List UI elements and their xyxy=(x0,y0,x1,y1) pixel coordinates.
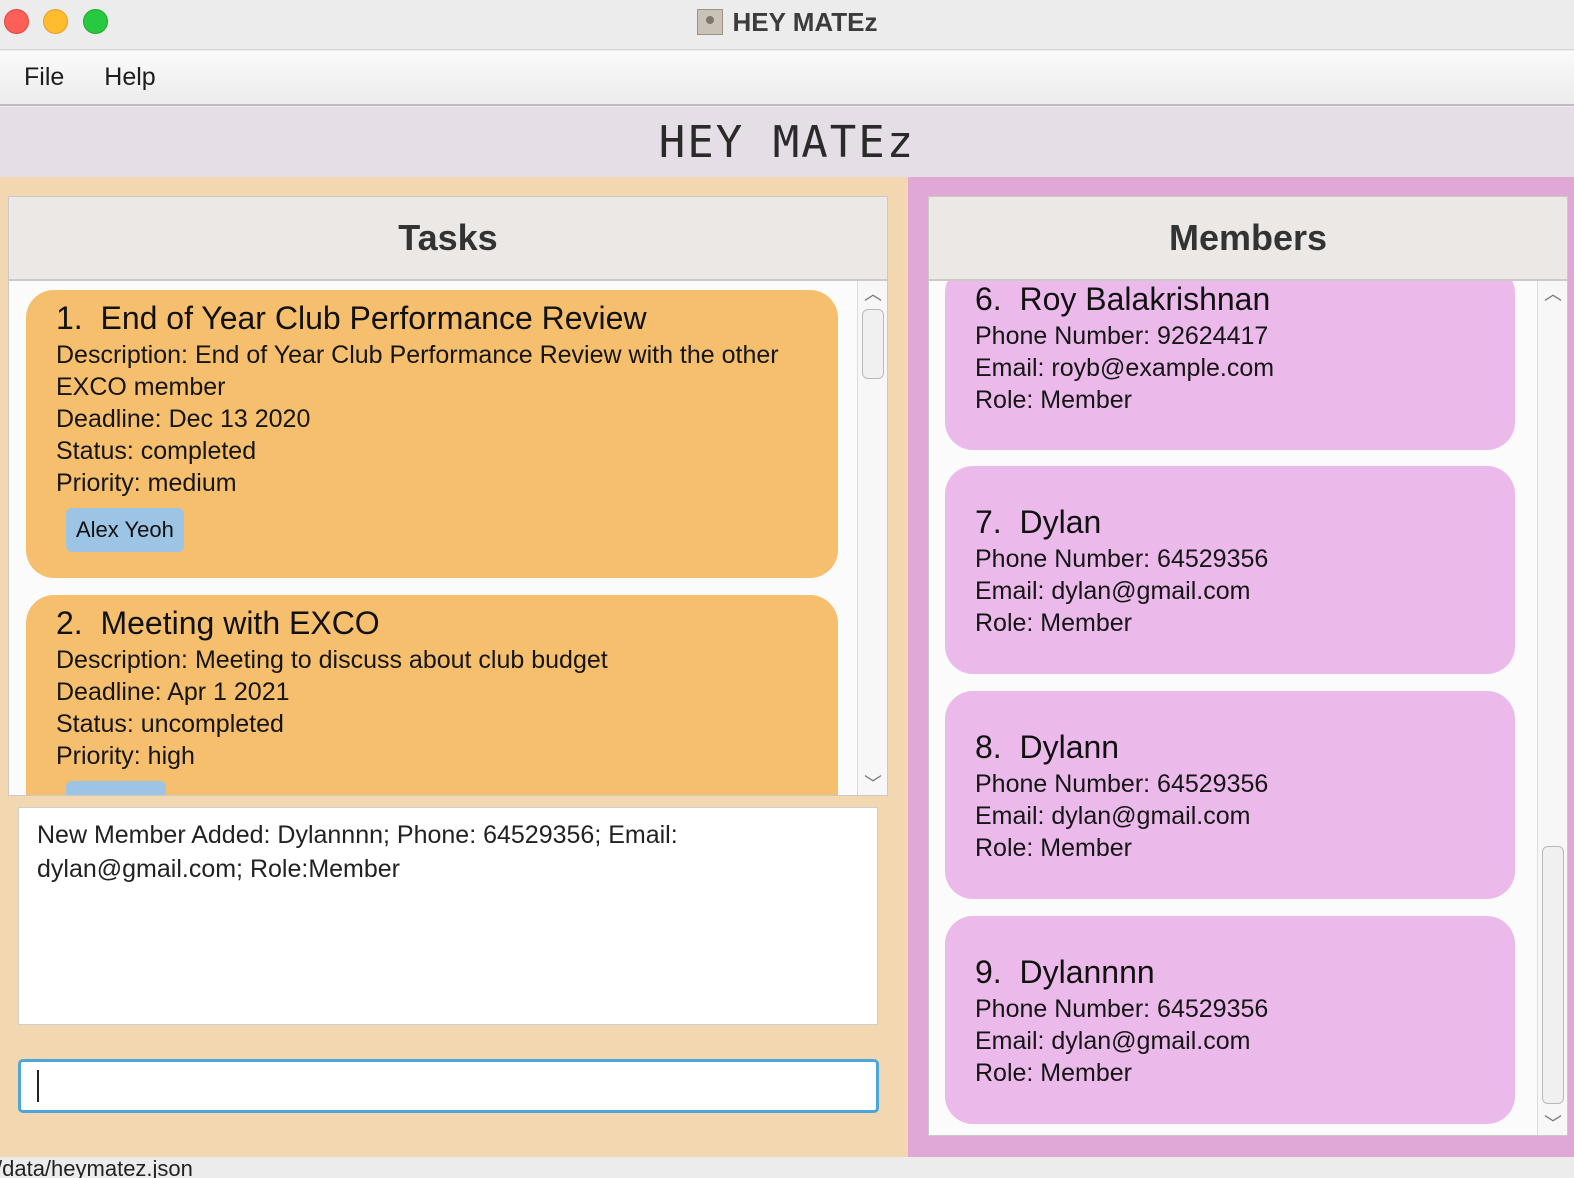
task-description-continued: EXCO member xyxy=(56,373,226,401)
task-priority: Priority: medium xyxy=(56,469,237,497)
window-title-text: HEY MATEz xyxy=(732,6,878,37)
left-pane: Tasks 1. End of Year Club Performance Re… xyxy=(0,177,908,1157)
member-list-panel: Members 6. Roy Balakrishnan Phone Number… xyxy=(928,196,1568,1136)
member-list-header: Members xyxy=(929,197,1567,281)
member-card[interactable]: 8. Dylann Phone Number: 64529356 Email: … xyxy=(945,691,1515,899)
member-name: Dylann xyxy=(1019,729,1120,765)
menu-file[interactable]: File xyxy=(24,63,64,92)
menu-bar: File Help xyxy=(0,51,1574,106)
member-name: Dylan xyxy=(1019,504,1102,540)
app-header: HEY MATEz xyxy=(0,107,1574,177)
member-email: Email: dylan@gmail.com xyxy=(975,802,1251,830)
task-list-panel: Tasks 1. End of Year Club Performance Re… xyxy=(8,196,888,796)
scroll-down-arrow-icon[interactable]: ﹀ xyxy=(1538,1111,1567,1135)
save-location: /data/heymatez.json xyxy=(0,1157,193,1178)
command-input[interactable] xyxy=(18,1059,879,1113)
member-name: Roy Balakrishnan xyxy=(1019,281,1271,317)
menu-help[interactable]: Help xyxy=(104,63,155,92)
member-role: Role: Member xyxy=(975,1059,1132,1087)
scroll-up-arrow-icon[interactable]: ︿ xyxy=(858,281,887,305)
member-email: Email: royb@example.com xyxy=(975,354,1275,382)
member-phone: Phone Number: 92624417 xyxy=(975,322,1269,350)
member-role: Role: Member xyxy=(975,609,1132,637)
member-index: 6. xyxy=(975,281,1002,317)
member-index: 9. xyxy=(975,954,1002,990)
task-title: Meeting with EXCO xyxy=(100,605,380,641)
window-title: HEY MATEz xyxy=(0,0,1574,44)
member-role: Role: Member xyxy=(975,834,1132,862)
task-status: Status: completed xyxy=(56,437,257,465)
task-list-header: Tasks xyxy=(9,197,887,281)
task-index: 2. xyxy=(56,605,83,641)
window-title-bar: HEY MATEz xyxy=(0,0,1574,50)
member-title-row: 9. Dylannnn xyxy=(975,954,1485,991)
task-title-row: 2. Meeting with EXCO xyxy=(56,605,808,642)
member-phone: Phone Number: 64529356 xyxy=(975,770,1269,798)
result-line: dylan@gmail.com; Role:Member xyxy=(37,855,401,883)
scroll-up-arrow-icon[interactable]: ︿ xyxy=(1538,281,1567,305)
result-line: New Member Added: Dylannnn; Phone: 64529… xyxy=(37,821,678,849)
task-deadline: Deadline: Apr 1 2021 xyxy=(56,678,290,706)
task-card[interactable]: 1. End of Year Club Performance Review D… xyxy=(26,290,838,578)
member-index: 7. xyxy=(975,504,1002,540)
text-caret xyxy=(37,1070,39,1102)
scroll-thumb[interactable] xyxy=(862,309,884,379)
task-list-scrollbar[interactable]: ︿ ﹀ xyxy=(857,281,887,795)
member-email: Email: dylan@gmail.com xyxy=(975,577,1251,605)
member-phone: Phone Number: 64529356 xyxy=(975,545,1269,573)
right-pane: Members 6. Roy Balakrishnan Phone Number… xyxy=(908,177,1574,1157)
task-description: Description: End of Year Club Performanc… xyxy=(56,341,779,369)
task-index: 1. xyxy=(56,300,83,336)
result-display[interactable]: New Member Added: Dylannnn; Phone: 64529… xyxy=(18,807,878,1025)
task-list[interactable]: 1. End of Year Club Performance Review D… xyxy=(9,281,887,795)
scroll-down-arrow-icon[interactable]: ﹀ xyxy=(858,771,887,795)
assignee-tag xyxy=(66,781,166,795)
task-priority: Priority: high xyxy=(56,742,195,770)
assignee-tag: Alex Yeoh xyxy=(66,508,184,552)
task-deadline: Deadline: Dec 13 2020 xyxy=(56,405,311,433)
member-title-row: 7. Dylan xyxy=(975,504,1485,541)
task-status: Status: uncompleted xyxy=(56,710,284,738)
member-name: Dylannnn xyxy=(1019,954,1155,990)
scroll-thumb[interactable] xyxy=(1542,846,1564,1104)
task-title-row: 1. End of Year Club Performance Review xyxy=(56,300,808,337)
member-title-row: 6. Roy Balakrishnan xyxy=(975,281,1485,318)
member-list[interactable]: 6. Roy Balakrishnan Phone Number: 926244… xyxy=(929,281,1567,1135)
task-card[interactable]: 2. Meeting with EXCO Description: Meetin… xyxy=(26,595,838,795)
member-role: Role: Member xyxy=(975,386,1132,414)
status-bar: /data/heymatez.json xyxy=(0,1157,1574,1178)
member-title-row: 8. Dylann xyxy=(975,729,1485,766)
task-description: Description: Meeting to discuss about cl… xyxy=(56,646,608,674)
task-title: End of Year Club Performance Review xyxy=(100,300,647,336)
app-header-title: HEY MATEz xyxy=(658,116,916,168)
member-email: Email: dylan@gmail.com xyxy=(975,1027,1251,1055)
app-icon xyxy=(696,9,723,35)
member-list-scrollbar[interactable]: ︿ ﹀ xyxy=(1537,281,1567,1135)
member-card[interactable]: 9. Dylannnn Phone Number: 64529356 Email… xyxy=(945,916,1515,1124)
member-card[interactable]: 7. Dylan Phone Number: 64529356 Email: d… xyxy=(945,466,1515,674)
member-phone: Phone Number: 64529356 xyxy=(975,995,1269,1023)
member-index: 8. xyxy=(975,729,1002,765)
member-card[interactable]: 6. Roy Balakrishnan Phone Number: 926244… xyxy=(945,281,1515,450)
